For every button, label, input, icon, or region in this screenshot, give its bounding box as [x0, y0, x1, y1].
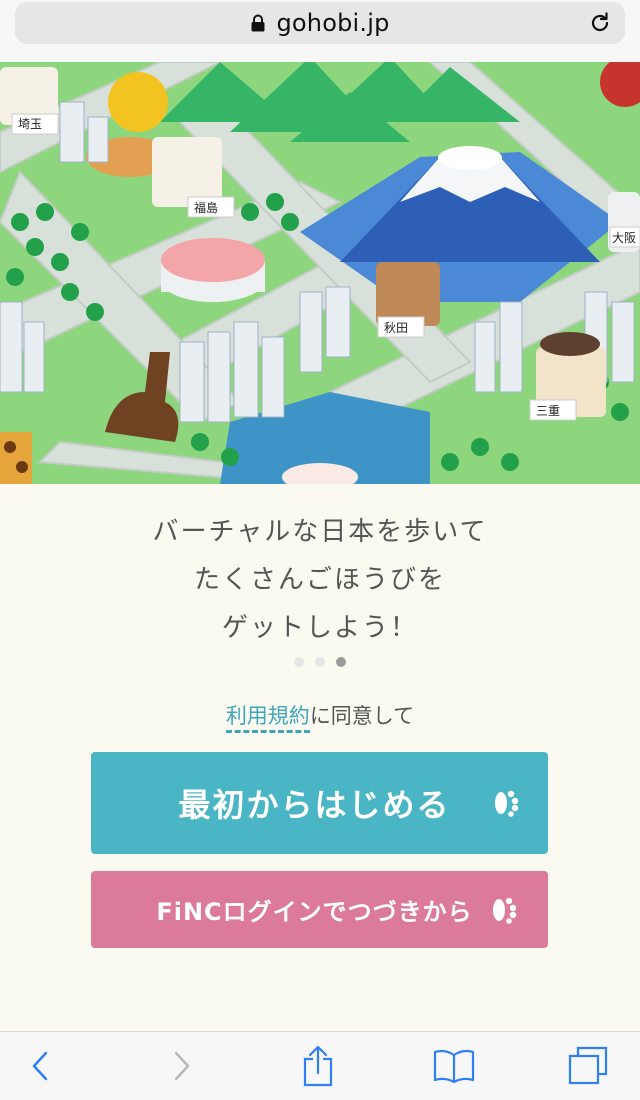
bookmarks-icon: [433, 1049, 475, 1083]
browser-top-bar: gohobi.jp: [0, 0, 640, 62]
login-button-label: FiNCログインでつづきから: [156, 898, 473, 926]
browser-toolbar: [0, 1031, 640, 1100]
terms-agreement: 利用規約に同意して: [0, 700, 640, 733]
finc-login-continue-button[interactable]: FiNCログインでつづきから: [91, 871, 548, 948]
lock-icon: [251, 14, 265, 32]
virtual-japan-map-illustration: 埼玉 福島 秋田 大阪 三重: [0, 62, 640, 484]
reload-icon[interactable]: [588, 11, 612, 35]
url-text: gohobi.jp: [276, 9, 390, 37]
share-button[interactable]: [296, 1045, 340, 1087]
tabs-button[interactable]: [566, 1046, 610, 1086]
start-from-beginning-button[interactable]: 最初からはじめる: [91, 752, 548, 854]
forward-button[interactable]: [160, 1046, 204, 1086]
forward-icon: [174, 1051, 190, 1081]
tagline-line-2: たくさんごほうびを: [193, 565, 446, 595]
bookmarks-button[interactable]: [432, 1046, 476, 1086]
share-icon: [303, 1045, 333, 1087]
terms-of-service-link[interactable]: 利用規約: [225, 704, 310, 733]
badge-akita: 秋田: [384, 321, 408, 335]
badge-saitama: 埼玉: [18, 117, 42, 131]
page-dot[interactable]: [294, 657, 304, 667]
badge-mie: 三重: [536, 404, 560, 418]
back-icon: [32, 1051, 48, 1081]
address-bar[interactable]: gohobi.jp: [15, 2, 625, 44]
tagline-line-1: バーチャルな日本を歩いて: [152, 517, 488, 547]
page-dot[interactable]: [315, 657, 325, 667]
hero-illustration: 埼玉 福島 秋田 大阪 三重: [0, 62, 640, 484]
tagline: バーチャルな日本を歩いて たくさんごほうびを ゲットしよう！: [0, 508, 640, 652]
tabs-icon: [568, 1046, 608, 1085]
carousel-page-indicator: [294, 657, 346, 667]
back-button[interactable]: [18, 1046, 62, 1086]
start-button-label: 最初からはじめる: [178, 786, 451, 824]
badge-fukushima: 福島: [194, 200, 218, 215]
paw-icon: [495, 790, 519, 817]
terms-agreement-suffix: に同意して: [309, 704, 415, 728]
tagline-line-3: ゲットしよう！: [221, 613, 418, 643]
page-dot-active[interactable]: [336, 657, 346, 667]
paw-icon: [493, 897, 517, 924]
badge-osaka: 大阪: [612, 231, 636, 245]
